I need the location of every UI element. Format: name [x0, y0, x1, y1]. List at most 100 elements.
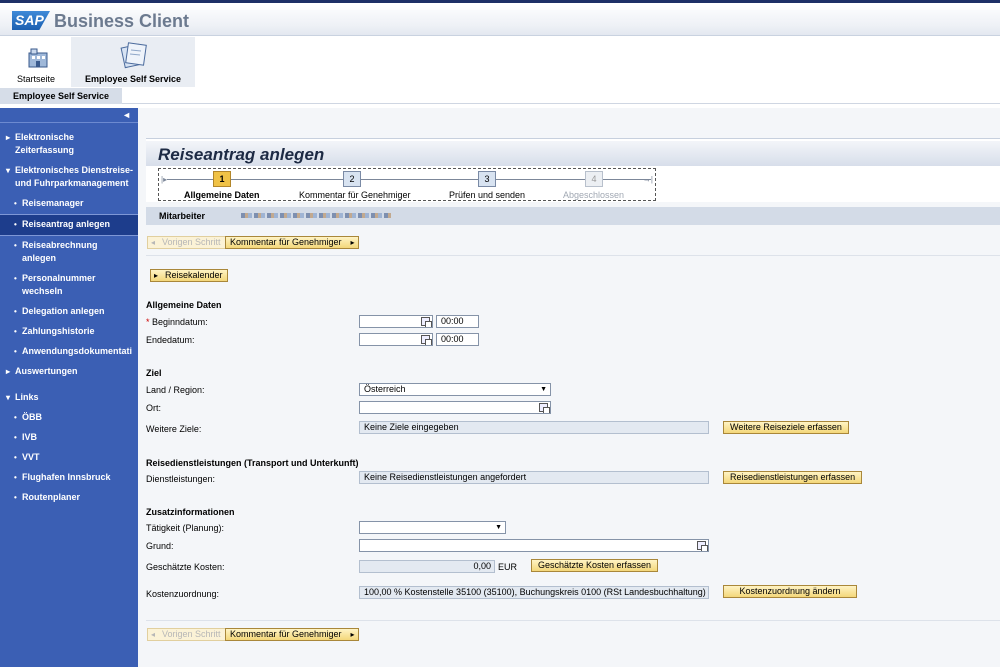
value-help-icon[interactable] [697, 541, 708, 551]
sidebar-item-label: Reisemanager [22, 198, 84, 208]
calendar-icon[interactable] [421, 317, 432, 327]
roadmap-step-3[interactable]: 3 [478, 171, 496, 187]
collapse-arrow-icon[interactable]: ◄ [122, 110, 131, 120]
sidebar-item-label: Auswertungen [15, 366, 78, 376]
section-general-heading: Allgemeine Daten [146, 300, 222, 310]
bullet-icon: • [14, 220, 17, 229]
launchpad-home-label: Startseite [16, 74, 56, 84]
launchpad-home[interactable]: Startseite [8, 37, 64, 87]
sidebar-item-auswertungen[interactable]: ▸ Auswertungen [0, 362, 138, 382]
sidebar-item-label: Reiseantrag anlegen [22, 219, 111, 229]
end-date-label: Endedatum: [146, 335, 195, 345]
roadmap-area: Reiseantrag anlegen |▸ →| 1 Allgemeine D… [146, 138, 1000, 202]
launchpad-ess[interactable]: Employee Self Service [71, 37, 195, 87]
sidebar-item-anwendungsdoku[interactable]: • Anwendungsdokumentati [0, 342, 138, 362]
roadmap-line [167, 179, 651, 180]
section-additional-heading: Zusatzinformationen [146, 507, 235, 517]
sidebar-item-zahlungshistorie[interactable]: • Zahlungshistorie [0, 322, 138, 342]
chevron-down-icon[interactable]: ▼ [540, 384, 547, 395]
country-value: Österreich [364, 384, 406, 394]
reason-label: Grund: [146, 541, 174, 551]
main-content: Reiseantrag anlegen |▸ →| 1 Allgemeine D… [138, 108, 1000, 667]
expand-arrow-icon: ▸ [6, 367, 11, 376]
sidebar-item-label: VVT [22, 452, 40, 462]
country-label: Land / Region: [146, 385, 205, 395]
bullet-icon: • [14, 473, 17, 482]
next-step-button-bottom[interactable]: Kommentar für Genehmiger ▸ [225, 628, 359, 641]
country-select[interactable]: Österreich ▼ [359, 383, 551, 396]
title-bar: SAP Business Client [0, 3, 1000, 36]
begin-date-input[interactable] [359, 315, 433, 328]
roadmap-step-2[interactable]: 2 [343, 171, 361, 187]
arrow-right-icon: ▸ [154, 271, 159, 280]
sidebar-item-dienstreise[interactable]: ▾ Elektronisches Dienstreise- und Fuhrpa… [0, 161, 138, 194]
next-step-button[interactable]: Kommentar für Genehmiger ▸ [225, 236, 359, 249]
building-icon [28, 48, 48, 68]
roadmap-step-1[interactable]: 1 [213, 171, 231, 187]
arrow-right-icon: ▸ [350, 630, 355, 639]
sidebar-collapse[interactable]: ◄ [0, 108, 138, 123]
end-date-input[interactable] [359, 333, 433, 346]
value-help-icon[interactable] [539, 403, 550, 413]
change-cost-assignment-button[interactable]: Kostenzuordnung ändern [723, 585, 857, 598]
breadcrumb-tab[interactable]: Employee Self Service [0, 88, 122, 104]
employee-bar: Mitarbeiter [146, 207, 1000, 225]
page-title: Reiseantrag anlegen [158, 145, 325, 164]
enter-cost-button[interactable]: Geschätzte Kosten erfassen [531, 559, 659, 572]
sidebar-item-reiseabrechnung[interactable]: • Reiseabrechnung anlegen [0, 236, 138, 269]
add-destinations-button[interactable]: Weitere Reiseziele erfassen [723, 421, 849, 434]
reason-input[interactable] [359, 539, 709, 552]
chevron-down-icon[interactable]: ▼ [495, 522, 502, 533]
services-label: Dienstleistungen: [146, 474, 216, 484]
required-marker: * [146, 317, 150, 327]
collapse-arrow-icon: ▾ [6, 393, 11, 402]
arrow-left-icon: ◂ [151, 630, 156, 639]
add-services-button[interactable]: Reisedienstleistungen erfassen [723, 471, 863, 484]
sidebar-item-reisemanager[interactable]: • Reisemanager [0, 194, 138, 214]
sidebar-item-vvt[interactable]: • VVT [0, 448, 138, 468]
bullet-icon: • [14, 433, 17, 442]
roadmap-step-2-label: Kommentar für Genehmiger [299, 190, 411, 200]
end-time-input[interactable]: 00:00 [436, 333, 479, 346]
sidebar-item-delegation[interactable]: • Delegation anlegen [0, 302, 138, 322]
roadmap: |▸ →| 1 Allgemeine Daten 2 Kommentar für… [158, 168, 656, 201]
previous-step-button[interactable]: ◂ Vorigen Schritt [147, 236, 226, 249]
sidebar-item-label: Routenplaner [22, 492, 81, 502]
bullet-icon: • [14, 413, 17, 422]
sidebar-item-routenplaner[interactable]: • Routenplaner [0, 488, 138, 508]
sidebar-item-label: Links [15, 392, 39, 402]
sidebar-item-reiseantrag[interactable]: • Reiseantrag anlegen [0, 214, 138, 236]
sidebar-item-ivb[interactable]: • IVB [0, 428, 138, 448]
section-services-heading: Reisedienstleistungen (Transport und Unt… [146, 458, 359, 468]
sidebar-item-flughafen[interactable]: • Flughafen Innsbruck [0, 468, 138, 488]
sidebar-item-zeiterfassung[interactable]: ▸ Elektronische Zeiterfassung [0, 128, 138, 161]
estimated-cost-field: 0,00 [359, 560, 495, 573]
breadcrumb: Employee Self Service [0, 88, 1000, 104]
more-destinations-field: Keine Ziele eingegeben [359, 421, 709, 434]
sidebar-item-label: IVB [22, 432, 38, 442]
activity-select[interactable]: ▼ [359, 521, 506, 534]
activity-label: Tätigkeit (Planung): [146, 523, 225, 533]
services-field: Keine Reisedienstleistungen angefordert [359, 471, 709, 484]
begin-date-label-text: Beginndatum: [152, 317, 208, 327]
place-input[interactable] [359, 401, 551, 414]
sidebar-item-oebb[interactable]: • ÖBB [0, 408, 138, 428]
place-label: Ort: [146, 403, 161, 413]
roadmap-start-icon: |▸ [161, 175, 168, 184]
bullet-icon: • [14, 347, 17, 356]
sidebar-item-label: Elektronische Zeiterfassung [15, 132, 75, 155]
documents-icon [120, 42, 147, 69]
sidebar-item-links[interactable]: ▾ Links [0, 388, 138, 408]
sap-logo: SAP [12, 11, 50, 30]
previous-step-button-bottom[interactable]: ◂ Vorigen Schritt [147, 628, 226, 641]
sidebar-item-label: Anwendungsdokumentati [22, 346, 132, 356]
page-title-band: Reiseantrag anlegen [146, 141, 1000, 166]
bullet-icon: • [14, 241, 17, 250]
begin-time-input[interactable]: 00:00 [436, 315, 479, 328]
travel-calendar-button[interactable]: ▸ Reisekalender [150, 269, 228, 282]
calendar-icon[interactable] [421, 335, 432, 345]
sidebar-item-personalnummer[interactable]: • Personalnummer wechseln [0, 269, 138, 302]
employee-name-redacted [241, 213, 391, 218]
employee-label: Mitarbeiter [159, 211, 206, 221]
sidebar-item-label: ÖBB [22, 412, 42, 422]
